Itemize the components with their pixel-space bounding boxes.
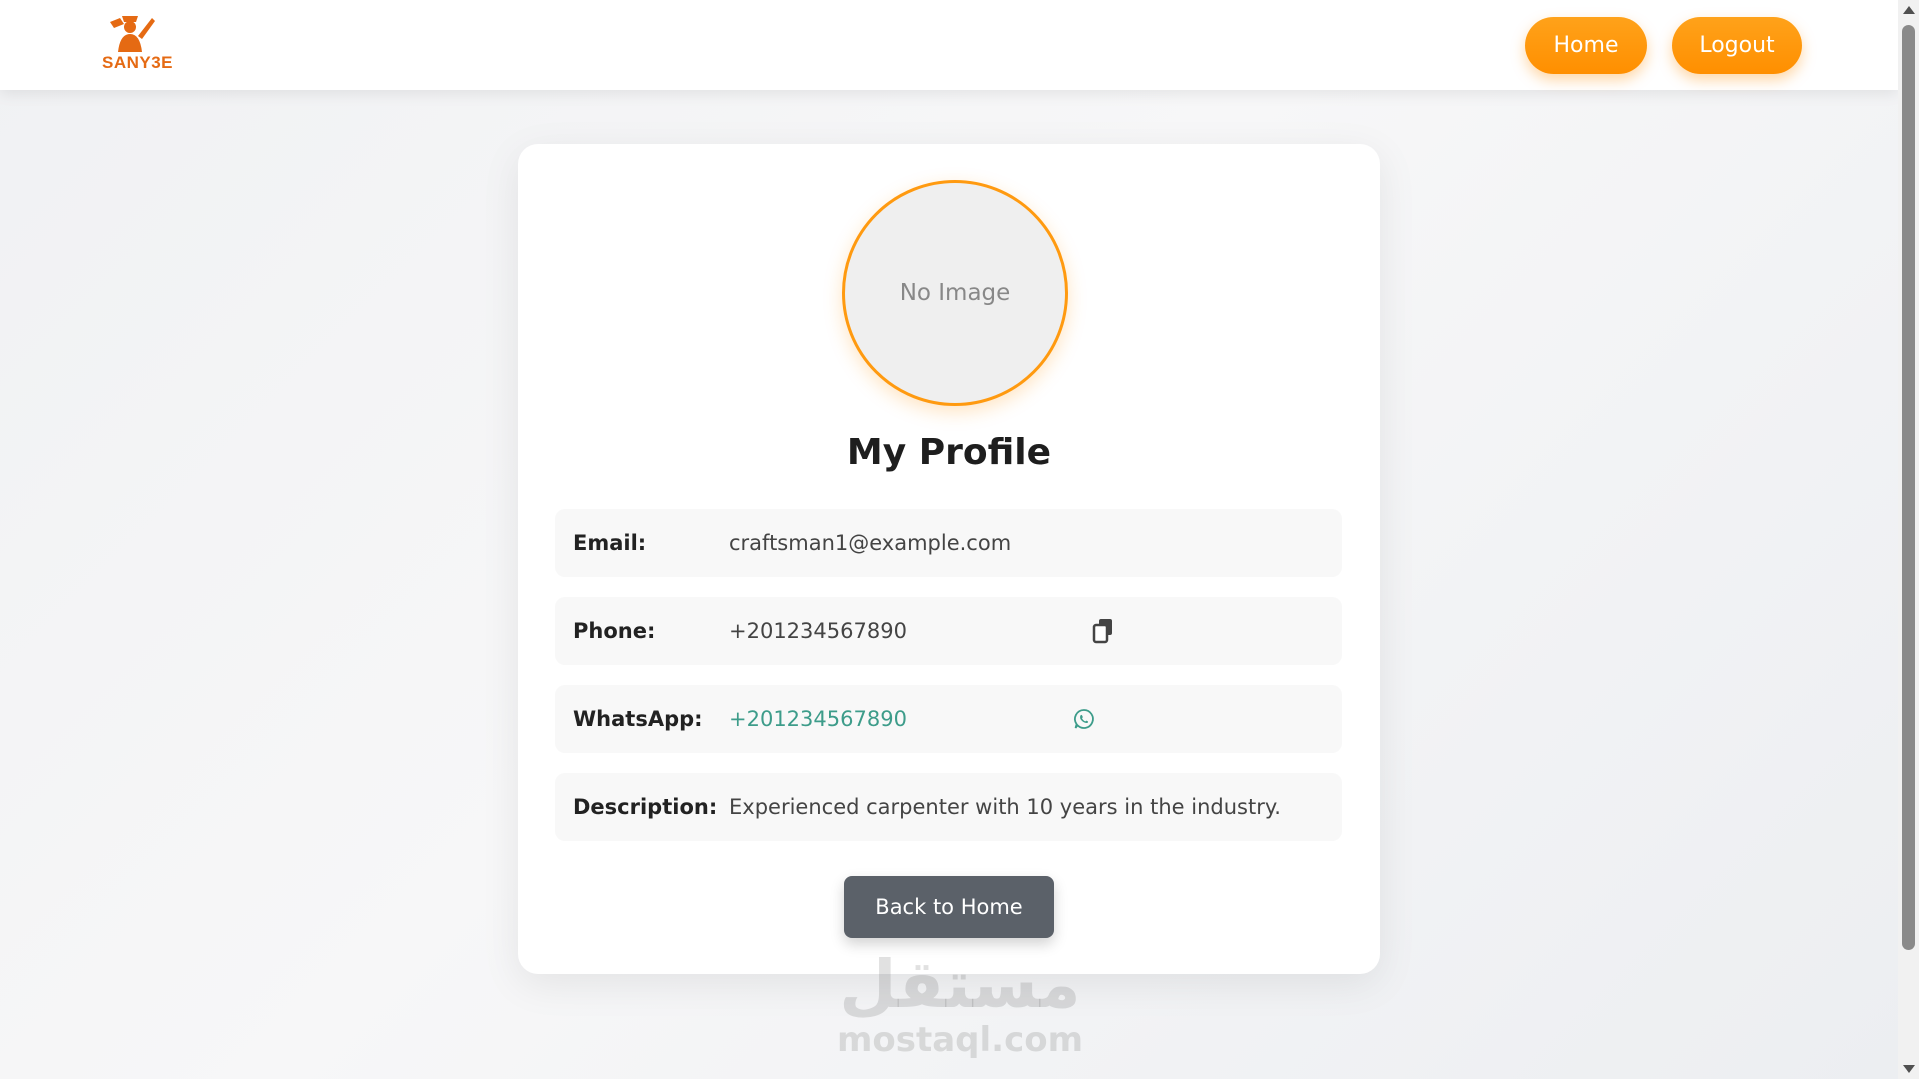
whatsapp-label: WhatsApp: bbox=[573, 707, 703, 731]
copy-icon[interactable] bbox=[1091, 618, 1115, 644]
watermark: مستقل mostaql.com bbox=[820, 946, 1100, 1061]
avatar: No Image bbox=[842, 180, 1068, 406]
description-label: Description: bbox=[573, 795, 718, 819]
back-to-home-button[interactable]: Back to Home bbox=[844, 876, 1054, 938]
phone-number: +201234567890 bbox=[729, 619, 907, 643]
top-navbar: SANY3E Home Logout bbox=[0, 0, 1898, 90]
whatsapp-icon[interactable] bbox=[1072, 707, 1096, 731]
page-title: My Profile bbox=[846, 432, 1052, 473]
whatsapp-row: WhatsApp: +201234567890 bbox=[555, 685, 1342, 753]
watermark-arabic: مستقل bbox=[839, 946, 1081, 1023]
scroll-up-arrow-icon[interactable] bbox=[1903, 6, 1915, 14]
phone-value: +201234567890 bbox=[729, 597, 1112, 665]
brand-logo[interactable]: SANY3E bbox=[98, 12, 174, 76]
watermark-latin: mostaql.com bbox=[836, 1020, 1084, 1060]
home-button[interactable]: Home bbox=[1525, 17, 1647, 74]
phone-label: Phone: bbox=[573, 619, 656, 643]
vertical-scrollbar[interactable] bbox=[1898, 0, 1919, 1079]
email-row: Email: craftsman1@example.com bbox=[555, 509, 1342, 577]
craftsman-logo-icon bbox=[110, 16, 155, 52]
logo-text: SANY3E bbox=[102, 53, 174, 72]
email-label: Email: bbox=[573, 531, 647, 555]
whatsapp-link[interactable]: +201234567890 bbox=[729, 707, 907, 731]
phone-row: Phone: +201234567890 bbox=[555, 597, 1342, 665]
email-value: craftsman1@example.com bbox=[729, 531, 1012, 555]
logout-button[interactable]: Logout bbox=[1672, 17, 1802, 74]
whatsapp-value: +201234567890 bbox=[729, 685, 1094, 753]
avatar-placeholder-text: No Image bbox=[899, 280, 1011, 306]
scrollbar-thumb[interactable] bbox=[1902, 25, 1915, 950]
profile-card: No Image My Profile Email: craftsman1@ex… bbox=[518, 144, 1380, 974]
description-row: Description: Experienced carpenter with … bbox=[555, 773, 1342, 841]
scroll-down-arrow-icon[interactable] bbox=[1903, 1065, 1915, 1073]
description-value: Experienced carpenter with 10 years in t… bbox=[729, 795, 1281, 819]
